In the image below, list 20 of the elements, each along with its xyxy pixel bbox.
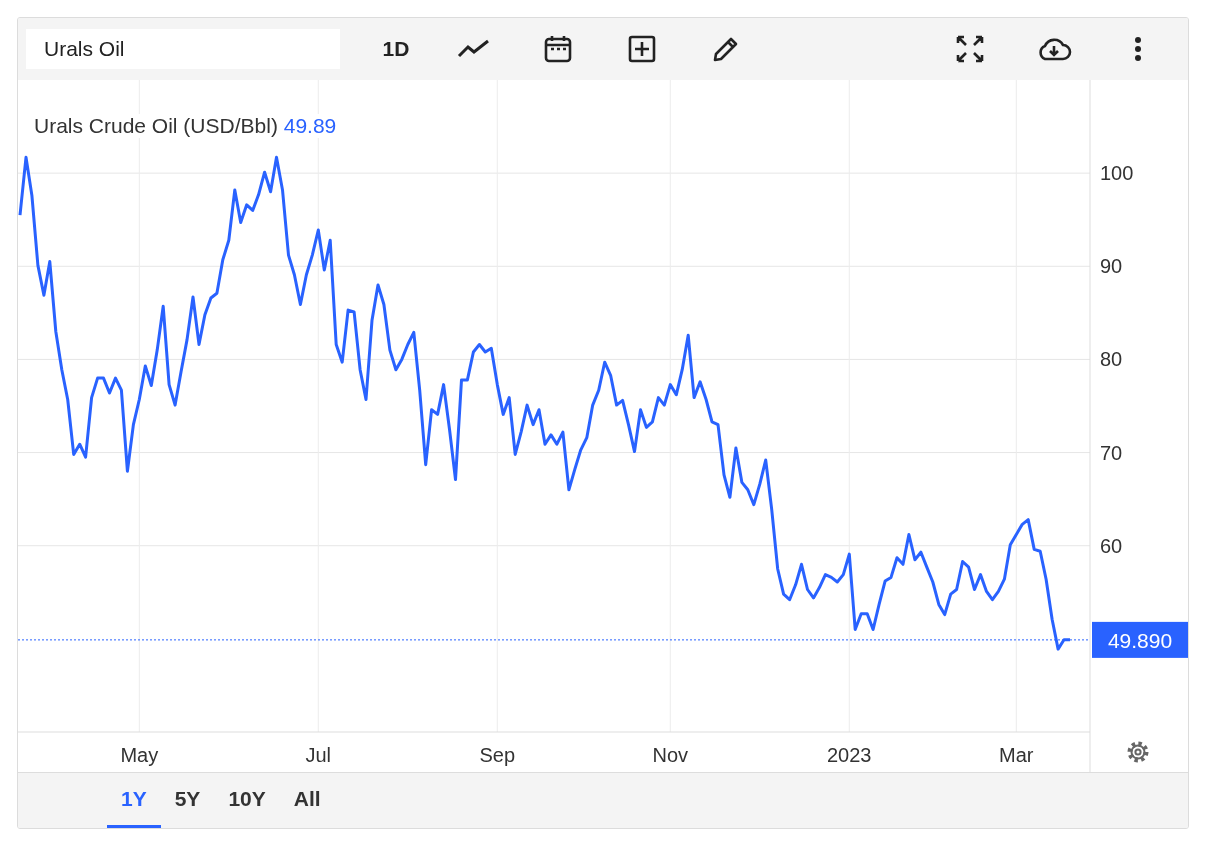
range-tab[interactable]: All [279,773,335,828]
settings-icon[interactable] [1127,741,1149,763]
y-axis-label: 90 [1100,255,1123,278]
range-tab[interactable]: 1Y [107,773,161,828]
x-axis-label: May [120,744,159,766]
range-tab[interactable]: 5Y [160,773,215,828]
x-axis-label: Nov [652,744,689,766]
last-price-label: 49.890 [1107,628,1173,652]
x-axis-label: Jul [305,744,332,766]
chart-legend: Urals Crude Oil (USD/Bbl) 49.89 [34,114,337,138]
x-axis-label: 2023 [827,744,872,766]
x-axis-label: Mar [999,744,1034,766]
x-axis-label: Sep [479,744,516,766]
y-axis-label: 80 [1100,348,1123,371]
range-tab[interactable]: 10Y [214,773,280,828]
y-axis-label: 70 [1100,441,1123,464]
y-axis-label: 100 [1100,162,1134,185]
search-field[interactable]: Urals Oil [26,29,340,69]
interval-button[interactable]: 1D [360,27,432,71]
y-axis-label: 60 [1100,534,1123,557]
